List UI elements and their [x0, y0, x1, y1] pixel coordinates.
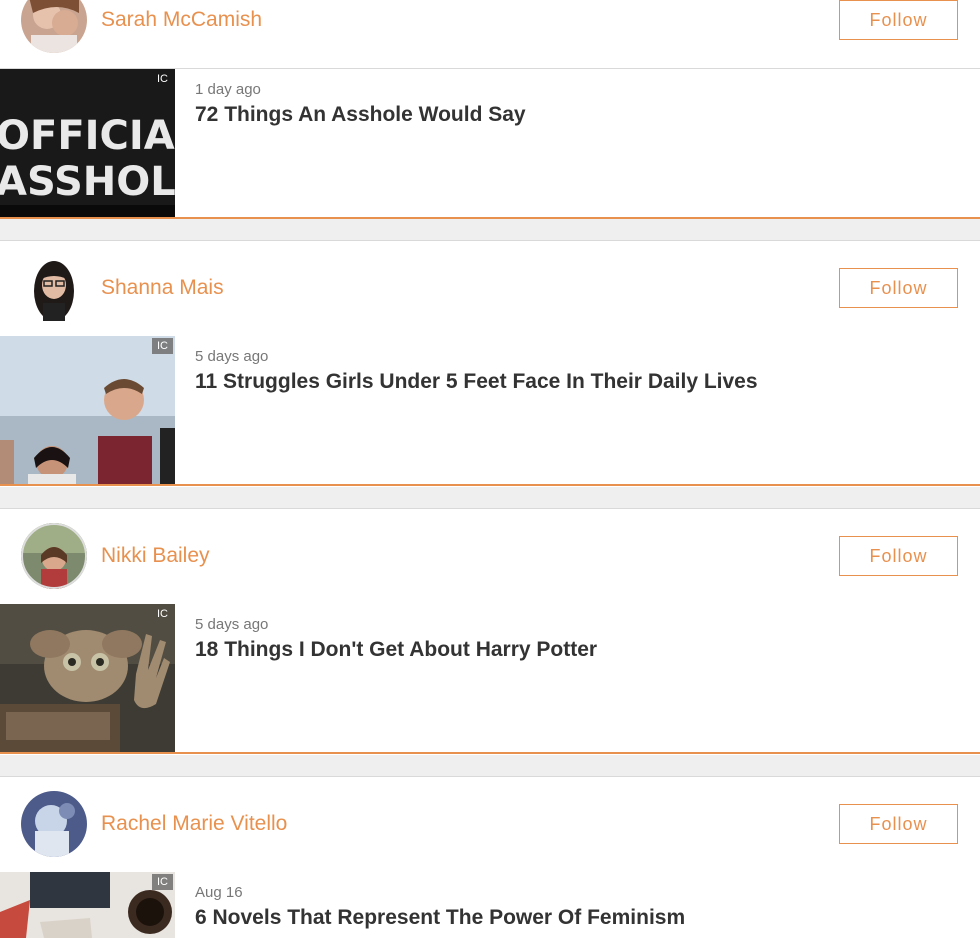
article-thumbnail: OFFICIAL ASSHOLE IC	[0, 69, 175, 217]
article-title[interactable]: 6 Novels That Represent The Power Of Fem…	[195, 906, 685, 930]
feed-card: Nikki Bailey Follow IC 5 days ago 18 Thi…	[0, 508, 980, 755]
thumbnail-text: ASSHOLE	[0, 159, 175, 205]
author-row: Nikki Bailey Follow	[0, 508, 980, 605]
follow-button[interactable]: Follow	[839, 268, 958, 308]
article-time: 5 days ago	[195, 348, 269, 365]
article-title[interactable]: 72 Things An Asshole Would Say	[195, 103, 526, 127]
article-title[interactable]: 18 Things I Don't Get About Harry Potter	[195, 638, 597, 662]
follow-button[interactable]: Follow	[839, 0, 958, 40]
author-name[interactable]: Shanna Mais	[101, 254, 224, 322]
article-link[interactable]: OFFICIAL ASSHOLE IC 1 day ago 72 Things …	[0, 69, 980, 219]
author-row: Rachel Marie Vitello Follow	[0, 776, 980, 873]
follow-button[interactable]: Follow	[839, 804, 958, 844]
avatar[interactable]	[21, 523, 87, 589]
article-link[interactable]: IC 5 days ago 18 Things I Don't Get Abou…	[0, 604, 980, 754]
author-row: Sarah McCamish Follow	[0, 0, 980, 69]
author-name[interactable]: Rachel Marie Vitello	[101, 790, 287, 858]
follow-button[interactable]: Follow	[839, 536, 958, 576]
article-time: 5 days ago	[195, 616, 269, 633]
ic-badge: IC	[157, 73, 168, 85]
article-link[interactable]: IC Aug 16 6 Novels That Represent The Po…	[0, 872, 980, 938]
ic-badge: IC	[157, 608, 168, 620]
feed-card: Rachel Marie Vitello Follow IC Aug 16 6 …	[0, 776, 980, 938]
ic-badge: IC	[152, 338, 173, 354]
avatar[interactable]	[21, 791, 87, 857]
article-thumbnail: IC	[0, 604, 175, 752]
article-thumbnail: IC	[0, 336, 175, 484]
feed-card: Shanna Mais Follow IC 5 days ago 11 Stru…	[0, 240, 980, 487]
article-title[interactable]: 11 Struggles Girls Under 5 Feet Face In …	[195, 370, 758, 394]
avatar[interactable]	[21, 255, 87, 321]
ic-badge: IC	[152, 874, 173, 890]
thumbnail-text: OFFICIAL	[0, 113, 175, 159]
article-time: Aug 16	[195, 884, 243, 901]
article-time: 1 day ago	[195, 81, 261, 98]
author-name[interactable]: Nikki Bailey	[101, 522, 210, 590]
author-name[interactable]: Sarah McCamish	[101, 0, 262, 54]
article-thumbnail: IC	[0, 872, 175, 938]
feed-card: Sarah McCamish Follow OFFICIAL ASSHOLE I…	[0, 0, 980, 219]
avatar[interactable]	[21, 0, 87, 53]
article-link[interactable]: IC 5 days ago 11 Struggles Girls Under 5…	[0, 336, 980, 486]
author-row: Shanna Mais Follow	[0, 240, 980, 337]
